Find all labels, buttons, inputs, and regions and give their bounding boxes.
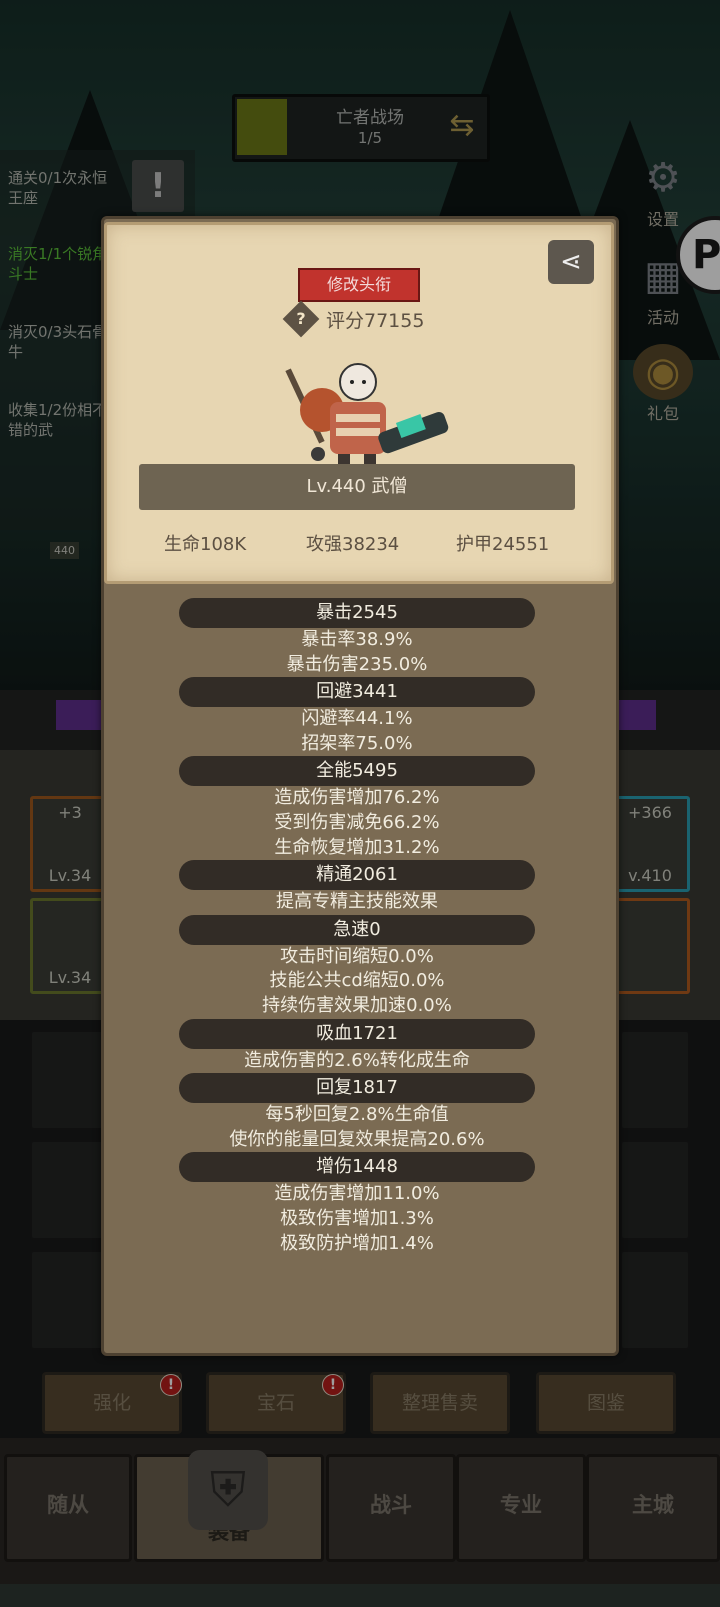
detail-line: 受到伤害减免66.2% (274, 811, 440, 833)
detail-line: 极致防护增加1.4% (280, 1232, 434, 1254)
detail-header: 暴击2545 (179, 598, 535, 628)
detail-line: 造成伤害的2.6%转化成生命 (244, 1049, 470, 1071)
character-name-bar: Lv.440 武僧 (139, 464, 575, 510)
detail-line: 造成伤害增加76.2% (274, 787, 440, 809)
detail-header: 急速0 (179, 914, 535, 945)
stat-attack-power: 攻强38234 (306, 534, 400, 555)
stat-details: 暴击2545 暴击率38.9% 暴击伤害235.0% 回避3441 闪避率44.… (101, 598, 613, 1256)
hero-portrait (285, 363, 449, 468)
stat-armor: 护甲24551 (456, 534, 550, 555)
detail-line: 技能公共cd缩短0.0% (269, 970, 445, 992)
share-icon[interactable]: ⋖ (548, 240, 594, 284)
detail-line: 每5秒回复2.8%生命值 (265, 1104, 449, 1126)
detail-line: 暴击伤害235.0% (286, 653, 428, 675)
detail-header: 全能5495 (179, 756, 535, 787)
detail-line: 攻击时间缩短0.0% (280, 945, 434, 967)
detail-line: 使你的能量回复效果提高20.6% (229, 1128, 485, 1150)
detail-header: 回复1817 (179, 1073, 535, 1104)
change-title-button[interactable]: 修改头衔 (298, 268, 420, 302)
detail-header: 吸血1721 (179, 1018, 535, 1049)
stat-health: 生命108K (164, 534, 247, 555)
help-icon[interactable]: ? (282, 300, 320, 338)
detail-header: 精通2061 (179, 860, 535, 891)
detail-line: 极致伤害增加1.3% (280, 1207, 434, 1229)
detail-line: 持续伤害效果加速0.0% (262, 994, 452, 1016)
score-text: 评分77155 (326, 310, 425, 332)
detail-header: 增伤1448 (179, 1152, 535, 1183)
detail-line: 招架率75.0% (301, 732, 413, 754)
detail-header: 回避3441 (179, 677, 535, 708)
detail-line: 闪避率44.1% (301, 708, 413, 730)
detail-line: 提高专精主技能效果 (276, 891, 438, 913)
detail-line: 暴击率38.9% (301, 629, 413, 650)
detail-line: 生命恢复增加31.2% (274, 836, 440, 858)
detail-line: 造成伤害增加11.0% (274, 1183, 440, 1205)
